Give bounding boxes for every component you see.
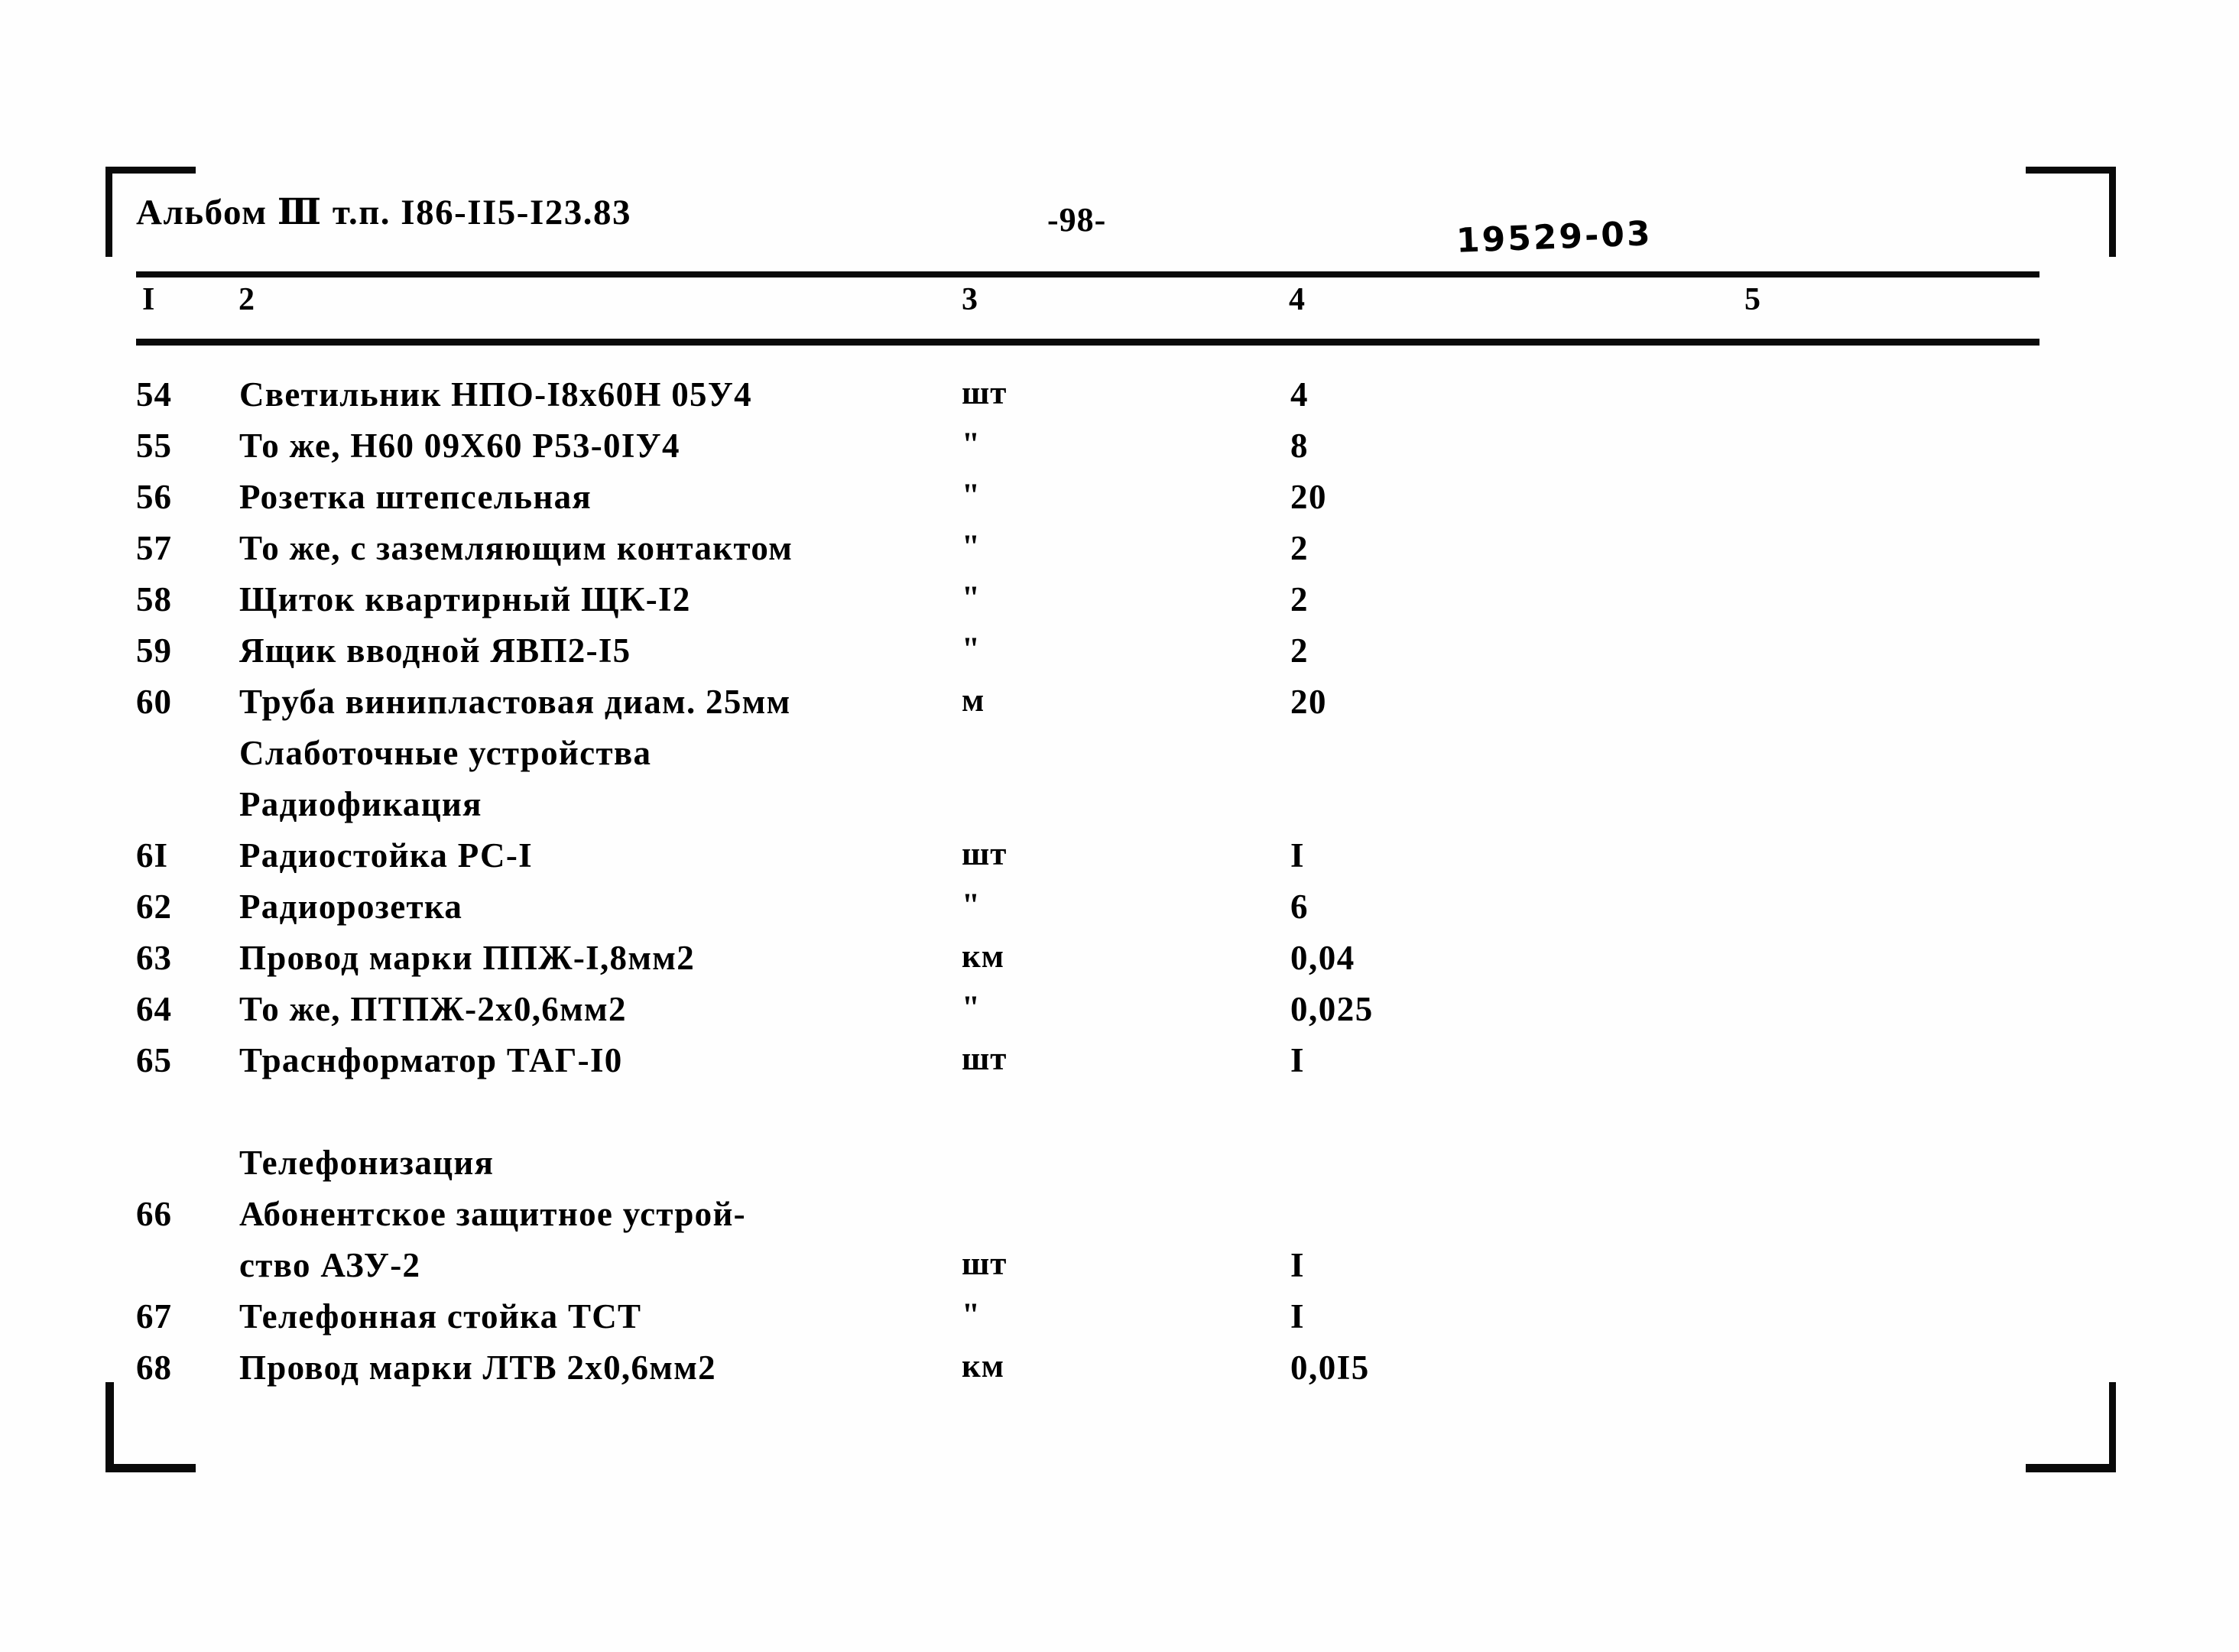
table-row: 56 Розетка штепсельная " 20: [0, 477, 2239, 528]
cell-position-number: 62: [136, 888, 172, 926]
cell-position-number: 64: [136, 990, 172, 1028]
table-row: 65 Траснформатор ТАГ-I0 шт I: [0, 1040, 2239, 1092]
table-row: 67 Телефонная стойка ТСТ " I: [0, 1297, 2239, 1348]
table-row: 66 Абонентское защитное устрой-: [0, 1194, 2239, 1245]
table-row: 54 Светильник НПО-I8х60Н 05У4 шт 4: [0, 375, 2239, 426]
table-row: 59 Ящик вводной ЯВП2-I5 " 2: [0, 631, 2239, 682]
cell-quantity: I: [1290, 1041, 1306, 1079]
cell-quantity: 8: [1290, 427, 1309, 465]
cell-quantity: 4: [1290, 375, 1309, 414]
cell-item-name: Абонентское защитное устрой-: [239, 1195, 746, 1233]
table-row: 57 То же, с заземляющим контактом " 2: [0, 528, 2239, 579]
cell-unit: ": [962, 427, 981, 462]
document-stamp: 19529-03: [1455, 214, 1653, 261]
table-row: 60 Труба винипластовая диам. 25мм м 20: [0, 682, 2239, 733]
column-number-4: 4: [1289, 282, 1305, 317]
cell-position-number: 54: [136, 375, 172, 414]
cell-item-name: Траснформатор ТАГ-I0: [239, 1041, 623, 1079]
cell-item-name: Светильник НПО-I8х60Н 05У4: [239, 375, 752, 414]
table-row: ство АЗУ-2 шт I: [0, 1245, 2239, 1297]
table-row: 55 То же, Н60 09Х60 Р53-0IУ4 " 8: [0, 426, 2239, 477]
table-spacer-row: [0, 1092, 2239, 1143]
cell-item-name: Труба винипластовая диам. 25мм: [239, 683, 791, 721]
cell-unit: ": [962, 990, 981, 1026]
cell-unit: шт: [962, 375, 1008, 411]
column-number-1: I: [142, 282, 155, 317]
cell-quantity: 0,04: [1290, 939, 1355, 977]
cell-position-number: 68: [136, 1349, 172, 1387]
cell-unit: шт: [962, 1041, 1008, 1077]
cell-item-name: Розетка штепсельная: [239, 478, 592, 516]
cell-item-name: Провод марки ЛТВ 2х0,6мм2: [239, 1349, 716, 1387]
cell-item-name: Радиостойка РС-I: [239, 836, 533, 875]
column-number-2: 2: [239, 282, 255, 317]
crop-mark-top-right-icon: [2026, 167, 2116, 257]
album-title: Альбом Ⅲ т.п. I86-II5-I23.83: [136, 193, 631, 232]
cell-quantity: I: [1290, 1246, 1306, 1284]
cell-quantity: 2: [1290, 529, 1309, 567]
cell-unit: ": [962, 631, 981, 667]
cell-item-name: Радиофикация: [239, 785, 482, 823]
cell-quantity: I: [1290, 1297, 1306, 1336]
cell-position-number: 66: [136, 1195, 172, 1233]
cell-unit: шт: [962, 836, 1008, 872]
cell-quantity: 0,0I5: [1290, 1349, 1370, 1387]
cell-quantity: 2: [1290, 631, 1309, 670]
cell-position-number: 60: [136, 683, 172, 721]
cell-item-name: Телефонная стойка ТСТ: [239, 1297, 642, 1336]
table-row: 58 Щиток квартирный ЩК-I2 " 2: [0, 579, 2239, 631]
cell-unit: ": [962, 580, 981, 616]
cell-unit: км: [962, 939, 1005, 975]
cell-item-name: ство АЗУ-2: [239, 1246, 421, 1284]
table-section-heading-row: Телефонизация: [0, 1143, 2239, 1194]
table-row: 64 То же, ПТПЖ-2х0,6мм2 " 0,025: [0, 989, 2239, 1040]
cell-position-number: 67: [136, 1297, 172, 1336]
cell-item-name: То же, ПТПЖ-2х0,6мм2: [239, 990, 627, 1028]
cell-quantity: 6: [1290, 888, 1309, 926]
cell-position-number: 59: [136, 631, 172, 670]
cell-item-name: Провод марки ППЖ-I,8мм2: [239, 939, 696, 977]
cell-position-number: 6I: [136, 836, 169, 875]
cell-item-name: То же, с заземляющим контактом: [239, 529, 793, 567]
table-row: 6I Радиостойка РС-I шт I: [0, 836, 2239, 887]
cell-item-name: Телефонизация: [239, 1144, 495, 1182]
scanned-document-page: Альбом Ⅲ т.п. I86-II5-I23.83 -98- 19529-…: [0, 0, 2239, 1652]
cell-position-number: 58: [136, 580, 172, 618]
cell-quantity: 20: [1290, 683, 1327, 721]
page-number: -98-: [1047, 201, 1107, 239]
table-rule-top: [136, 271, 2039, 277]
cell-item-name: Щиток квартирный ЩК-I2: [239, 580, 691, 618]
cell-quantity: 0,025: [1290, 990, 1374, 1028]
cell-item-name: Радиорозетка: [239, 888, 463, 926]
cell-item-name: Слаботочные устройства: [239, 734, 652, 772]
column-number-5: 5: [1744, 282, 1760, 317]
cell-position-number: 57: [136, 529, 172, 567]
specification-table-body: 54 Светильник НПО-I8х60Н 05У4 шт 4 55 То же, …: [0, 375, 2239, 1399]
table-section-heading-row: Слаботочные устройства: [0, 733, 2239, 784]
cell-position-number: 63: [136, 939, 172, 977]
cell-item-name: Ящик вводной ЯВП2-I5: [239, 631, 631, 670]
cell-unit: ": [962, 888, 981, 923]
table-row: 62 Радиорозетка " 6: [0, 887, 2239, 938]
table-row: 68 Провод марки ЛТВ 2х0,6мм2 км 0,0I5: [0, 1348, 2239, 1399]
cell-position-number: 65: [136, 1041, 172, 1079]
cell-unit: ": [962, 1297, 981, 1333]
cell-unit: ": [962, 478, 981, 514]
cell-unit: ": [962, 529, 981, 565]
table-section-heading-row: Радиофикация: [0, 784, 2239, 836]
table-row: 63 Провод марки ППЖ-I,8мм2 км 0,04: [0, 938, 2239, 989]
cell-quantity: I: [1290, 836, 1306, 875]
cell-quantity: 20: [1290, 478, 1327, 516]
table-rule-bottom: [136, 339, 2039, 346]
cell-unit: м: [962, 683, 985, 719]
cell-unit: км: [962, 1349, 1005, 1384]
cell-position-number: 56: [136, 478, 172, 516]
cell-position-number: 55: [136, 427, 172, 465]
cell-unit: шт: [962, 1246, 1008, 1282]
cell-item-name: То же, Н60 09Х60 Р53-0IУ4: [239, 427, 680, 465]
column-number-3: 3: [962, 282, 978, 317]
cell-quantity: 2: [1290, 580, 1309, 618]
